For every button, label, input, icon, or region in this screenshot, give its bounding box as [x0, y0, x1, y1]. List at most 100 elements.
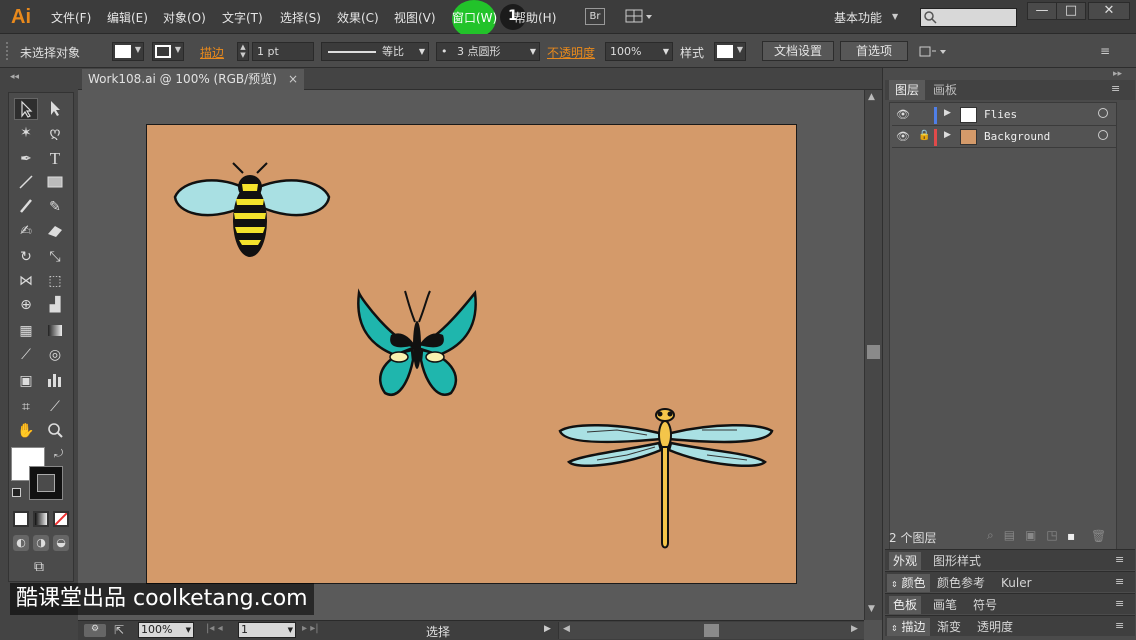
layer-row-flies[interactable]: 👁 ▶ Flies	[892, 105, 1116, 126]
layer-name[interactable]: Background	[984, 130, 1050, 143]
draw-normal-icon[interactable]: ◐	[13, 535, 29, 551]
menu-view[interactable]: 视图(V)	[394, 9, 436, 26]
tab-appearance[interactable]: 外观	[889, 552, 922, 570]
workspace-switcher[interactable]: 基本功能	[834, 9, 882, 26]
hand-tool-icon[interactable]: ✋	[14, 420, 38, 442]
collapse-panels-icon[interactable]: ▸▸	[1113, 69, 1122, 79]
opacity-input[interactable]: 100% ▼	[605, 42, 673, 61]
blend-tool-icon[interactable]: ◎	[43, 344, 67, 366]
align-options-button[interactable]	[918, 44, 950, 60]
zoom-input[interactable]: 100% ▼	[138, 622, 194, 638]
tab-color[interactable]: ⇕ 颜色	[887, 574, 930, 592]
collapse-toolbox-icon[interactable]: ◂◂	[10, 72, 19, 82]
panel-menu-icon[interactable]: ≡	[1100, 44, 1110, 58]
layers-panel-menu-icon[interactable]: ≡	[1111, 82, 1120, 95]
visibility-eye-icon[interactable]: 👁	[896, 108, 910, 121]
stroke-weight-input[interactable]: 1 pt	[252, 42, 314, 61]
bridge-button[interactable]: Br	[585, 8, 605, 25]
layer-target-icon[interactable]	[1098, 108, 1108, 118]
stroke-weight-stepper[interactable]: ▲ ▼	[237, 42, 249, 61]
last-artboard-icon[interactable]: ▸ ▸|	[302, 623, 319, 634]
menu-select[interactable]: 选择(S)	[280, 9, 321, 26]
arrange-documents-button[interactable]	[624, 8, 654, 25]
vertical-scrollbar[interactable]: ▲ ▼	[864, 90, 882, 620]
grip-handle[interactable]	[6, 42, 9, 60]
expand-layer-icon[interactable]: ▶	[944, 108, 951, 118]
brush-select[interactable]: • 3 点圆形 ▼	[436, 42, 540, 61]
screen-mode-icon[interactable]: ⧉	[27, 559, 51, 577]
delete-layer-icon[interactable]: 🗑	[1091, 529, 1106, 543]
search-input[interactable]	[920, 8, 1017, 27]
new-layer-icon[interactable]: ▪	[1067, 529, 1075, 543]
expand-layer-icon[interactable]: ▶	[944, 130, 951, 140]
panel-menu-icon[interactable]: ≡	[1115, 575, 1124, 588]
tab-brushes[interactable]: 画笔	[929, 596, 961, 614]
bee-illustration[interactable]	[173, 162, 331, 257]
stroke-color-box[interactable]	[29, 466, 63, 500]
draw-inside-icon[interactable]: ◒	[53, 535, 69, 551]
width-tool-icon[interactable]: ⋈	[14, 270, 38, 292]
close-tab-icon[interactable]: ×	[288, 69, 298, 89]
stroke-label[interactable]: 描边	[200, 44, 224, 61]
menu-object[interactable]: 对象(O)	[163, 9, 206, 26]
mesh-tool-icon[interactable]: ▦	[14, 320, 38, 342]
first-artboard-icon[interactable]: |◂ ◂	[206, 623, 223, 634]
paintbrush-tool-icon[interactable]	[14, 196, 38, 218]
magic-wand-tool-icon[interactable]: ✶	[14, 122, 38, 144]
menu-window[interactable]: 窗口(W)	[452, 9, 497, 26]
scroll-up-icon[interactable]: ▲	[868, 92, 875, 102]
color-mode-icon[interactable]	[13, 511, 29, 527]
swap-colors-icon[interactable]: ⤾	[54, 447, 63, 461]
layer-name[interactable]: Flies	[984, 108, 1017, 121]
share-icon[interactable]: ⇱	[114, 623, 124, 637]
maximize-button[interactable]: □	[1056, 2, 1086, 20]
minimize-button[interactable]: —	[1027, 2, 1057, 20]
horizontal-scrollbar[interactable]: ◀ ▶	[558, 622, 864, 639]
layer-panel-actions[interactable]: ⌕▤▣◳	[987, 528, 1068, 543]
tab-kuler[interactable]: Kuler	[997, 574, 1036, 592]
stroke-swatch[interactable]: ▼	[152, 42, 184, 61]
menu-type[interactable]: 文字(T)	[222, 9, 263, 26]
status-settings-icon[interactable]: ⚙	[84, 624, 106, 637]
artboard-number-input[interactable]: 1 ▼	[238, 622, 296, 638]
scale-tool-icon[interactable]: ⤡	[43, 246, 67, 268]
line-tool-icon[interactable]	[14, 172, 38, 194]
menu-effect[interactable]: 效果(C)	[337, 9, 379, 26]
type-tool-icon[interactable]: T	[43, 148, 67, 170]
menu-file[interactable]: 文件(F)	[51, 9, 91, 26]
zoom-tool-icon[interactable]	[43, 420, 67, 442]
free-transform-tool-icon[interactable]: ⬚	[43, 270, 67, 292]
panel-menu-icon[interactable]: ≡	[1115, 553, 1124, 566]
tab-layers[interactable]: 图层	[889, 80, 926, 100]
rectangle-tool-icon[interactable]	[43, 172, 67, 194]
menu-help[interactable]: 帮助(H)	[514, 9, 556, 26]
document-tab[interactable]: Work108.ai @ 100% (RGB/预览) ×	[82, 69, 304, 90]
pencil-tool-icon[interactable]: ✎	[43, 196, 67, 218]
perspective-grid-tool-icon[interactable]: ▟	[43, 294, 67, 316]
style-swatch[interactable]: ▼	[714, 42, 746, 61]
column-graph-tool-icon[interactable]	[43, 370, 67, 392]
fill-swatch[interactable]: ▼	[112, 42, 144, 61]
butterfly-illustration[interactable]	[357, 288, 477, 396]
stroke-profile-select[interactable]: 等比 ▼	[321, 42, 429, 61]
pen-tool-icon[interactable]: ✒	[14, 148, 38, 170]
tab-stroke[interactable]: ⇕ 描边	[887, 618, 930, 636]
none-mode-icon[interactable]	[53, 511, 69, 527]
scroll-right-icon[interactable]: ▶	[851, 624, 858, 634]
eyedropper-tool-icon[interactable]: ⟋	[14, 344, 38, 366]
scroll-left-icon[interactable]: ◀	[563, 624, 570, 634]
shape-builder-tool-icon[interactable]: ⊕	[14, 294, 38, 316]
layer-target-icon[interactable]	[1098, 130, 1108, 140]
gradient-tool-icon[interactable]	[43, 320, 67, 342]
tab-color-guide[interactable]: 颜色参考	[933, 574, 989, 592]
artboard-tool-icon[interactable]: ⌗	[14, 396, 38, 418]
tab-gradient[interactable]: 渐变	[933, 618, 965, 636]
document-setup-button[interactable]: 文档设置	[762, 41, 834, 61]
symbol-sprayer-tool-icon[interactable]: ▣	[14, 370, 38, 392]
gradient-mode-icon[interactable]	[33, 511, 49, 527]
default-colors-icon[interactable]	[12, 488, 21, 497]
blob-brush-tool-icon[interactable]: ✍	[14, 220, 38, 242]
direct-selection-tool-icon[interactable]	[43, 98, 67, 120]
visibility-eye-icon[interactable]: 👁	[896, 130, 910, 143]
opacity-label[interactable]: 不透明度	[547, 44, 595, 61]
